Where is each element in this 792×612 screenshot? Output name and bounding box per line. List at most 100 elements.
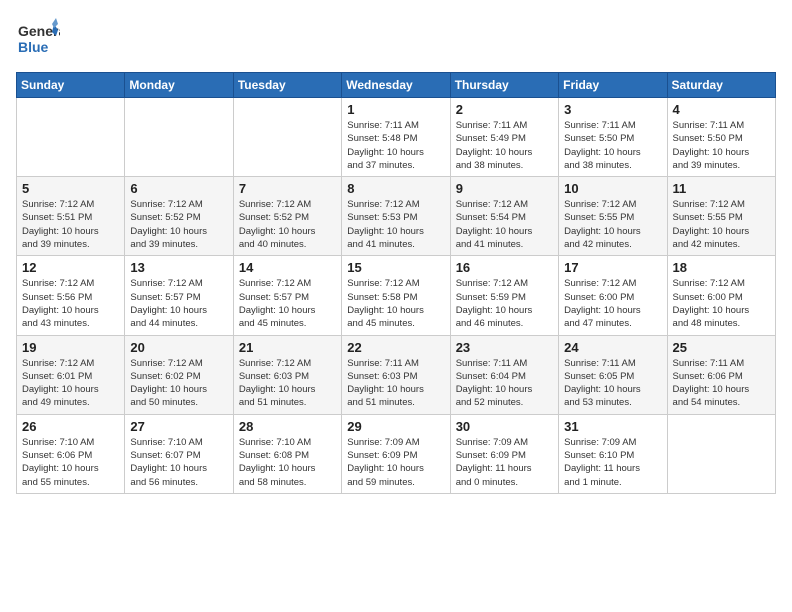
day-number: 27	[130, 419, 227, 434]
calendar-week-4: 19 Sunrise: 7:12 AM Sunset: 6:01 PM Dayli…	[17, 335, 776, 414]
day-info: Sunrise: 7:12 AM Sunset: 5:59 PM Dayligh…	[456, 277, 553, 330]
day-info: Sunrise: 7:09 AM Sunset: 6:09 PM Dayligh…	[456, 436, 553, 489]
calendar-week-2: 5 Sunrise: 7:12 AM Sunset: 5:51 PM Daylig…	[17, 177, 776, 256]
calendar-cell: 15 Sunrise: 7:12 AM Sunset: 5:58 PM Dayli…	[342, 256, 450, 335]
calendar-cell: 11Sunrise: 7:12 AM Sunset: 5:55 PM Dayli…	[667, 177, 775, 256]
day-number: 26	[22, 419, 119, 434]
day-info: Sunrise: 7:11 AM Sunset: 6:04 PM Dayligh…	[456, 357, 553, 410]
calendar-cell	[17, 98, 125, 177]
day-info: Sunrise: 7:11 AM Sunset: 5:50 PM Dayligh…	[673, 119, 770, 172]
day-header-sunday: Sunday	[17, 73, 125, 98]
calendar-cell: 17 Sunrise: 7:12 AM Sunset: 6:00 PM Dayli…	[559, 256, 667, 335]
day-number: 13	[130, 260, 227, 275]
day-header-wednesday: Wednesday	[342, 73, 450, 98]
calendar-week-1: 1 Sunrise: 7:11 AM Sunset: 5:48 PM Daylig…	[17, 98, 776, 177]
day-info: Sunrise: 7:11 AM Sunset: 5:48 PM Dayligh…	[347, 119, 444, 172]
day-number: 8	[347, 181, 444, 196]
calendar-cell: 30 Sunrise: 7:09 AM Sunset: 6:09 PM Dayli…	[450, 414, 558, 493]
day-info: Sunrise: 7:11 AM Sunset: 6:05 PM Dayligh…	[564, 357, 661, 410]
day-number: 16	[456, 260, 553, 275]
day-info: Sunrise: 7:11 AM Sunset: 5:49 PM Dayligh…	[456, 119, 553, 172]
calendar-cell: 9 Sunrise: 7:12 AM Sunset: 5:54 PM Daylig…	[450, 177, 558, 256]
calendar-cell: 2Sunrise: 7:11 AM Sunset: 5:49 PM Daylig…	[450, 98, 558, 177]
day-number: 18	[673, 260, 770, 275]
day-header-saturday: Saturday	[667, 73, 775, 98]
day-info: Sunrise: 7:11 AM Sunset: 6:06 PM Dayligh…	[673, 357, 770, 410]
day-number: 9	[456, 181, 553, 196]
day-number: 15	[347, 260, 444, 275]
calendar-cell	[667, 414, 775, 493]
calendar-cell: 16 Sunrise: 7:12 AM Sunset: 5:59 PM Dayli…	[450, 256, 558, 335]
calendar-cell: 22 Sunrise: 7:11 AM Sunset: 6:03 PM Dayli…	[342, 335, 450, 414]
day-info: Sunrise: 7:12 AM Sunset: 6:00 PM Dayligh…	[564, 277, 661, 330]
calendar-table: SundayMondayTuesdayWednesdayThursdayFrid…	[16, 72, 776, 494]
day-info: Sunrise: 7:09 AM Sunset: 6:09 PM Dayligh…	[347, 436, 444, 489]
day-header-thursday: Thursday	[450, 73, 558, 98]
day-number: 20	[130, 340, 227, 355]
day-info: Sunrise: 7:11 AM Sunset: 6:03 PM Dayligh…	[347, 357, 444, 410]
day-info: Sunrise: 7:11 AM Sunset: 5:50 PM Dayligh…	[564, 119, 661, 172]
day-number: 22	[347, 340, 444, 355]
calendar-cell: 27 Sunrise: 7:10 AM Sunset: 6:07 PM Dayli…	[125, 414, 233, 493]
day-number: 1	[347, 102, 444, 117]
day-info: Sunrise: 7:12 AM Sunset: 6:01 PM Dayligh…	[22, 357, 119, 410]
day-info: Sunrise: 7:10 AM Sunset: 6:07 PM Dayligh…	[130, 436, 227, 489]
svg-text:Blue: Blue	[18, 39, 49, 55]
calendar-cell: 29 Sunrise: 7:09 AM Sunset: 6:09 PM Dayli…	[342, 414, 450, 493]
page-header: GeneralBlue	[16, 16, 776, 60]
day-info: Sunrise: 7:12 AM Sunset: 5:56 PM Dayligh…	[22, 277, 119, 330]
day-number: 3	[564, 102, 661, 117]
day-header-monday: Monday	[125, 73, 233, 98]
day-info: Sunrise: 7:12 AM Sunset: 5:57 PM Dayligh…	[239, 277, 336, 330]
day-number: 12	[22, 260, 119, 275]
calendar-week-5: 26Sunrise: 7:10 AM Sunset: 6:06 PM Dayli…	[17, 414, 776, 493]
calendar-cell: 25 Sunrise: 7:11 AM Sunset: 6:06 PM Dayli…	[667, 335, 775, 414]
day-info: Sunrise: 7:12 AM Sunset: 5:54 PM Dayligh…	[456, 198, 553, 251]
day-number: 6	[130, 181, 227, 196]
day-info: Sunrise: 7:12 AM Sunset: 5:58 PM Dayligh…	[347, 277, 444, 330]
day-info: Sunrise: 7:12 AM Sunset: 5:52 PM Dayligh…	[239, 198, 336, 251]
calendar-cell: 20 Sunrise: 7:12 AM Sunset: 6:02 PM Dayli…	[125, 335, 233, 414]
day-info: Sunrise: 7:09 AM Sunset: 6:10 PM Dayligh…	[564, 436, 661, 489]
day-number: 24	[564, 340, 661, 355]
calendar-cell: 28 Sunrise: 7:10 AM Sunset: 6:08 PM Dayli…	[233, 414, 341, 493]
day-number: 21	[239, 340, 336, 355]
calendar-cell: 13 Sunrise: 7:12 AM Sunset: 5:57 PM Dayli…	[125, 256, 233, 335]
logo-icon: GeneralBlue	[16, 16, 60, 60]
day-number: 19	[22, 340, 119, 355]
calendar-cell: 14 Sunrise: 7:12 AM Sunset: 5:57 PM Dayli…	[233, 256, 341, 335]
day-number: 31	[564, 419, 661, 434]
day-number: 30	[456, 419, 553, 434]
calendar-cell: 6Sunrise: 7:12 AM Sunset: 5:52 PM Daylig…	[125, 177, 233, 256]
calendar-cell: 3 Sunrise: 7:11 AM Sunset: 5:50 PM Daylig…	[559, 98, 667, 177]
calendar-cell: 4 Sunrise: 7:11 AM Sunset: 5:50 PM Daylig…	[667, 98, 775, 177]
calendar-cell: 26Sunrise: 7:10 AM Sunset: 6:06 PM Dayli…	[17, 414, 125, 493]
day-number: 4	[673, 102, 770, 117]
day-info: Sunrise: 7:10 AM Sunset: 6:08 PM Dayligh…	[239, 436, 336, 489]
day-info: Sunrise: 7:12 AM Sunset: 5:55 PM Dayligh…	[673, 198, 770, 251]
calendar-cell: 24 Sunrise: 7:11 AM Sunset: 6:05 PM Dayli…	[559, 335, 667, 414]
day-number: 28	[239, 419, 336, 434]
day-info: Sunrise: 7:12 AM Sunset: 5:53 PM Dayligh…	[347, 198, 444, 251]
day-info: Sunrise: 7:12 AM Sunset: 6:03 PM Dayligh…	[239, 357, 336, 410]
day-number: 5	[22, 181, 119, 196]
day-number: 17	[564, 260, 661, 275]
day-number: 23	[456, 340, 553, 355]
day-header-friday: Friday	[559, 73, 667, 98]
calendar-cell: 23 Sunrise: 7:11 AM Sunset: 6:04 PM Dayli…	[450, 335, 558, 414]
day-header-tuesday: Tuesday	[233, 73, 341, 98]
day-info: Sunrise: 7:12 AM Sunset: 5:57 PM Dayligh…	[130, 277, 227, 330]
calendar-week-3: 12 Sunrise: 7:12 AM Sunset: 5:56 PM Dayli…	[17, 256, 776, 335]
day-number: 29	[347, 419, 444, 434]
calendar-cell: 5 Sunrise: 7:12 AM Sunset: 5:51 PM Daylig…	[17, 177, 125, 256]
calendar-cell: 31 Sunrise: 7:09 AM Sunset: 6:10 PM Dayli…	[559, 414, 667, 493]
calendar-header-row: SundayMondayTuesdayWednesdayThursdayFrid…	[17, 73, 776, 98]
calendar-cell	[233, 98, 341, 177]
day-number: 25	[673, 340, 770, 355]
day-number: 14	[239, 260, 336, 275]
day-info: Sunrise: 7:12 AM Sunset: 6:02 PM Dayligh…	[130, 357, 227, 410]
day-info: Sunrise: 7:12 AM Sunset: 6:00 PM Dayligh…	[673, 277, 770, 330]
day-number: 10	[564, 181, 661, 196]
day-info: Sunrise: 7:12 AM Sunset: 5:51 PM Dayligh…	[22, 198, 119, 251]
calendar-cell: 18 Sunrise: 7:12 AM Sunset: 6:00 PM Dayli…	[667, 256, 775, 335]
